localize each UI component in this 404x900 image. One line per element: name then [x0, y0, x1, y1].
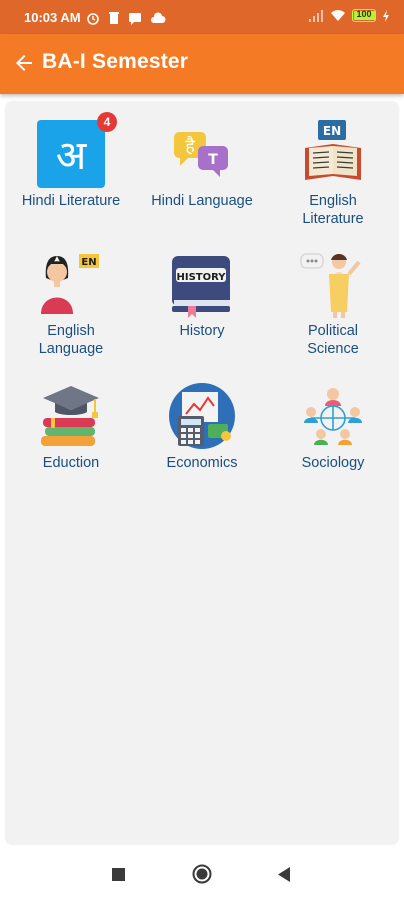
subject-label: Hindi Language	[151, 193, 253, 209]
page-title: BA-I Semester	[42, 50, 189, 73]
svg-text:अ: अ	[56, 133, 88, 179]
subject-label: Economics	[166, 455, 238, 471]
subject-grid-panel: अ 4 Hindi Literature है T Hindi Language…	[6, 102, 398, 844]
notification-badge: 4	[97, 112, 117, 132]
history-book-icon: HISTORY	[168, 250, 236, 318]
language-chat-icon: है T	[168, 120, 236, 188]
grad-cap-books-icon	[37, 382, 105, 450]
subject-label: Political Science	[307, 323, 359, 357]
trash-icon	[109, 12, 119, 24]
teacher-en-icon: EN	[37, 250, 105, 318]
back-arrow-icon[interactable]	[12, 51, 36, 75]
subject-eduction[interactable]: Eduction	[6, 382, 136, 472]
back-nav-icon[interactable]	[278, 867, 291, 882]
wifi-icon	[331, 9, 345, 21]
status-time: 10:03 AM	[24, 10, 81, 25]
svg-text:EN: EN	[323, 124, 341, 138]
speaker-podium-icon	[299, 250, 367, 318]
battery-icon: 100	[352, 9, 376, 22]
battery-level: 100	[356, 9, 372, 19]
book-en-icon: EN	[299, 120, 367, 188]
charging-icon	[383, 9, 389, 22]
subject-english-literature[interactable]: EN English Literature	[268, 120, 398, 228]
svg-text:T: T	[208, 152, 218, 168]
subject-label: Sociology	[301, 455, 365, 471]
calculator-chart-icon	[168, 382, 236, 450]
svg-text:है: है	[185, 135, 195, 157]
subject-english-language[interactable]: EN English Language	[6, 250, 136, 358]
subject-sociology[interactable]: Sociology	[268, 382, 398, 472]
app-bar: BA-I Semester	[0, 34, 404, 94]
status-bar: 10:03 AM 100	[0, 0, 404, 34]
subject-label: Hindi Literature	[21, 193, 121, 209]
people-network-icon	[299, 382, 367, 450]
subject-hindi-language[interactable]: है T Hindi Language	[137, 120, 267, 210]
subject-economics[interactable]: Economics	[137, 382, 267, 472]
subject-label: History	[179, 323, 225, 339]
subject-hindi-literature[interactable]: अ 4 Hindi Literature	[6, 112, 136, 210]
recent-apps-icon[interactable]	[112, 868, 125, 881]
subject-label: English Language	[38, 323, 104, 357]
subject-label: English Literature	[302, 193, 364, 227]
subject-label: Eduction	[42, 455, 100, 471]
subject-history[interactable]: HISTORY History	[137, 250, 267, 340]
system-nav-bar	[0, 848, 404, 900]
svg-text:EN: EN	[81, 257, 96, 268]
message-icon	[129, 12, 141, 25]
home-icon[interactable]	[192, 864, 212, 884]
svg-text:HISTORY: HISTORY	[176, 272, 226, 283]
hindi-letter-icon: अ 4	[37, 112, 117, 188]
alarm-icon	[87, 13, 99, 25]
cloud-icon	[151, 12, 166, 23]
subject-political-science[interactable]: Political Science	[268, 250, 398, 358]
signal-icon	[309, 9, 323, 22]
